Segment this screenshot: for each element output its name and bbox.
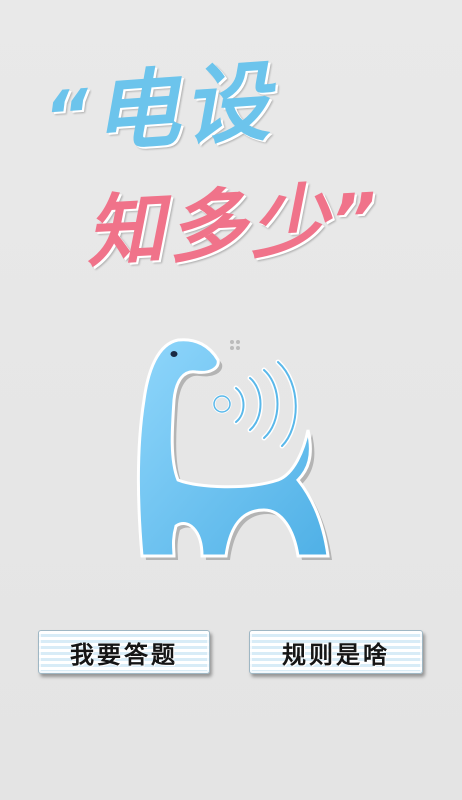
title-line1-text: 电设	[89, 52, 277, 165]
title-line2-text: 知多少	[83, 175, 335, 279]
rules-button[interactable]: 规则是啥	[249, 630, 423, 674]
answer-button-label: 我要答题	[70, 640, 178, 669]
start-screen: “电设 知多少” 我要答题 规则是啥	[0, 0, 462, 800]
close-quote: ”	[329, 177, 384, 262]
open-quote: “	[41, 73, 97, 159]
rules-button-label: 规则是啥	[282, 640, 390, 669]
title-line-2: 知多少”	[84, 170, 384, 281]
title-line-1: “电设	[41, 52, 277, 168]
answer-button[interactable]: 我要答题	[38, 630, 210, 674]
dinosaur-mascot-icon	[137, 338, 332, 560]
